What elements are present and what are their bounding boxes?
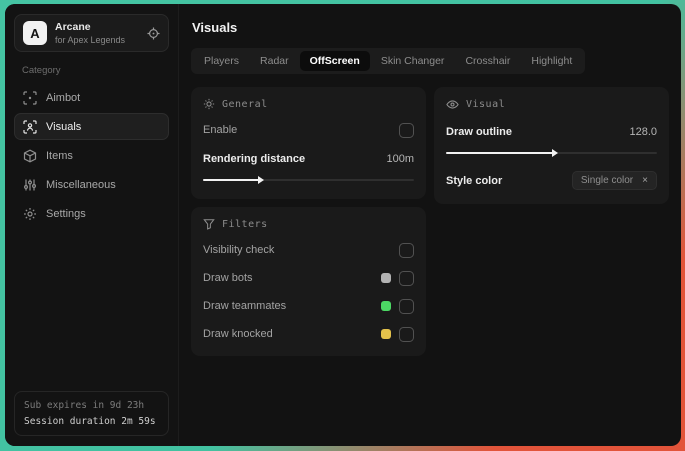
draw-bots-checkbox[interactable] — [399, 270, 414, 286]
draw-teammates-checkbox[interactable] — [399, 298, 414, 314]
panel-filters: Filters Visibility check Draw bots Draw … — [191, 207, 426, 356]
panel-visual: Visual Draw outline 128.0 Style color Si… — [434, 87, 669, 204]
panel-title: Visual — [466, 99, 506, 110]
sidebar-item-label: Settings — [46, 207, 86, 220]
sliders-icon — [23, 178, 37, 192]
draw-outline-slider[interactable] — [446, 148, 657, 158]
tab-offscreen[interactable]: OffScreen — [299, 51, 370, 71]
tab-skin-changer[interactable]: Skin Changer — [371, 51, 455, 71]
enable-checkbox[interactable] — [399, 122, 414, 138]
funnel-icon — [203, 218, 215, 230]
panel-title: Filters — [222, 218, 268, 230]
enable-row: Enable — [203, 122, 414, 138]
sidebar-item-label: Items — [46, 149, 73, 162]
tab-highlight[interactable]: Highlight — [521, 51, 582, 71]
style-color-select[interactable]: Single color × — [571, 171, 657, 190]
rendering-distance-row: Rendering distance 100m — [203, 151, 414, 167]
tab-crosshair[interactable]: Crosshair — [455, 51, 520, 71]
category-label: Category — [22, 65, 61, 76]
sun-icon — [203, 98, 215, 110]
sidebar-item-miscellaneous[interactable]: Miscellaneous — [14, 171, 169, 198]
crosshair-icon — [23, 90, 37, 105]
draw-teammates-color-swatch[interactable] — [381, 301, 391, 311]
draw-knocked-checkbox[interactable] — [399, 326, 414, 342]
sidebar-item-label: Visuals — [46, 120, 82, 133]
draw-knocked-color-swatch[interactable] — [381, 329, 391, 339]
sidebar-item-label: Aimbot — [46, 91, 81, 104]
tab-players[interactable]: Players — [194, 51, 249, 71]
page-title: Visuals — [192, 20, 238, 35]
box-icon — [23, 149, 37, 163]
subscription-info: Sub expires in 9d 23h Session duration 2… — [14, 391, 169, 436]
style-color-label: Style color — [446, 174, 503, 187]
sidebar-item-visuals[interactable]: Visuals — [14, 113, 169, 140]
visibility-check-checkbox[interactable] — [399, 242, 414, 258]
draw-outline-value: 128.0 — [629, 126, 657, 138]
main-content: Visuals Players Radar OffScreen Skin Cha… — [179, 4, 681, 446]
draw-knocked-row: Draw knocked — [203, 326, 414, 342]
visibility-check-row: Visibility check — [203, 242, 414, 258]
draw-outline-label: Draw outline — [446, 126, 513, 138]
sidebar-item-aimbot[interactable]: Aimbot — [14, 84, 169, 111]
slider-arrow-handle[interactable] — [257, 176, 264, 184]
sidebar-item-label: Miscellaneous — [46, 178, 116, 191]
draw-bots-color-swatch[interactable] — [381, 273, 391, 283]
tab-radar[interactable]: Radar — [250, 51, 299, 71]
sub-expires-text: Sub expires in 9d 23h — [24, 400, 145, 411]
rendering-distance-value: 100m — [386, 153, 414, 165]
app-subtitle: for Apex Legends — [55, 35, 126, 45]
eye-icon — [446, 98, 459, 111]
target-icon[interactable] — [147, 26, 160, 40]
gear-icon — [23, 207, 37, 221]
app-window: A Arcane for Apex Legends Category Aimbo — [5, 4, 681, 446]
sidebar: A Arcane for Apex Legends Category Aimbo — [5, 4, 179, 446]
style-color-row: Style color Single color × — [446, 171, 657, 190]
panel-title: General — [222, 98, 268, 110]
app-logo: A — [23, 21, 47, 45]
draw-outline-row: Draw outline 128.0 — [446, 124, 657, 140]
person-scan-icon — [23, 119, 37, 134]
slider-arrow-handle[interactable] — [551, 149, 558, 157]
rendering-distance-slider[interactable] — [203, 175, 414, 185]
clear-icon[interactable]: × — [642, 175, 648, 186]
rendering-distance-label: Rendering distance — [203, 153, 306, 165]
sidebar-item-items[interactable]: Items — [14, 142, 169, 169]
style-color-selected-value: Single color — [580, 175, 634, 186]
session-duration-text: Session duration 2m 59s — [24, 416, 156, 427]
tabbar: Players Radar OffScreen Skin Changer Cro… — [191, 48, 586, 74]
draw-bots-row: Draw bots — [203, 270, 414, 286]
sidebar-item-settings[interactable]: Settings — [14, 200, 169, 227]
brand-card: A Arcane for Apex Legends — [14, 14, 169, 52]
app-name: Arcane — [55, 21, 91, 33]
draw-teammates-row: Draw teammates — [203, 298, 414, 314]
enable-label: Enable — [203, 124, 238, 136]
panel-general: General Enable Rendering distance 100m — [191, 87, 426, 199]
